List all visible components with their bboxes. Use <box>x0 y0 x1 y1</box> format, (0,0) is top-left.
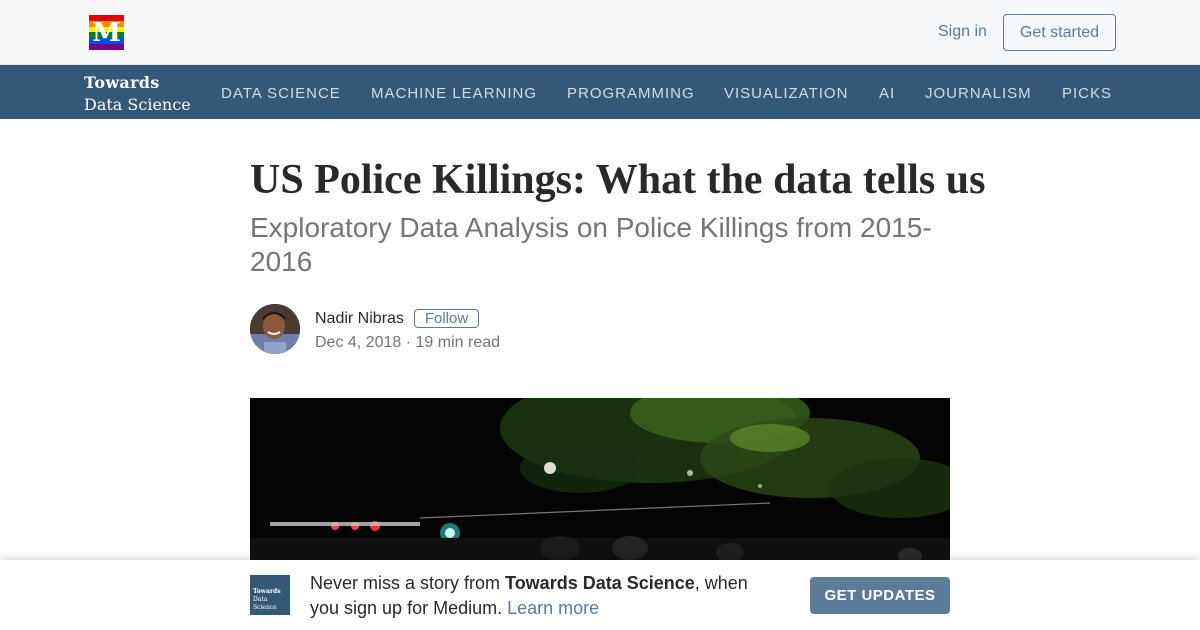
sign-in-link[interactable]: Sign in <box>938 23 987 41</box>
article-subtitle: Exploratory Data Analysis on Police Kill… <box>250 212 932 277</box>
publication-logo[interactable]: Towards Data Science <box>84 72 191 116</box>
banner-text-before: Never miss a story from <box>310 573 506 593</box>
nav-item-data-science[interactable]: DATA SCIENCE <box>221 85 341 102</box>
follow-button[interactable]: Follow <box>414 309 479 328</box>
nav-item-picks[interactable]: PICKS <box>1062 85 1112 102</box>
banner-publication-logo: Towards Data Science <box>250 575 290 615</box>
hero-image <box>250 398 950 560</box>
article-meta: Dec 4, 2018 · 19 min read <box>315 334 500 351</box>
author-avatar[interactable] <box>250 304 300 354</box>
publication-name-line1: Towards <box>84 73 160 92</box>
learn-more-link[interactable]: Learn more <box>507 598 599 618</box>
banner-logo-line1: Towards <box>253 588 281 595</box>
nav-item-ai[interactable]: AI <box>879 85 895 102</box>
nav-item-machine-learning[interactable]: MACHINE LEARNING <box>371 85 537 102</box>
nav-item-journalism[interactable]: JOURNALISM <box>925 85 1032 102</box>
get-updates-button[interactable]: GET UPDATES <box>810 577 950 614</box>
author-name[interactable]: Nadir Nibras <box>315 310 404 328</box>
banner-logo-line2: Data Science <box>253 596 277 611</box>
banner-message: Never miss a story from Towards Data Sci… <box>310 571 780 621</box>
banner-text-publication: Towards Data Science <box>505 573 695 593</box>
nav-item-visualization[interactable]: VISUALIZATION <box>724 85 848 102</box>
nav-item-programming[interactable]: PROGRAMMING <box>567 85 695 102</box>
publication-name-line2: Data Science <box>84 95 191 114</box>
article-title: US Police Killings: What the data tells … <box>250 157 986 203</box>
medium-logo-icon[interactable]: M <box>89 15 124 50</box>
get-started-button[interactable]: Get started <box>1003 14 1116 51</box>
logo-letter: M <box>92 17 121 48</box>
